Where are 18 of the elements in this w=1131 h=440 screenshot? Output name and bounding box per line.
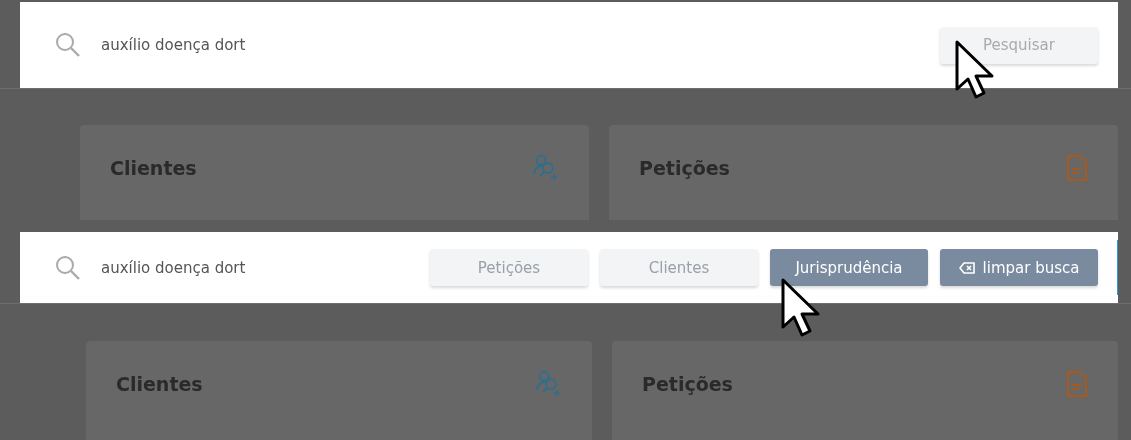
user-search-icon [536, 370, 562, 396]
search-field[interactable]: auxílio doença dort [99, 257, 403, 278]
filter-button[interactable]: Clientes [600, 249, 758, 286]
document-icon [1066, 154, 1088, 182]
search-button[interactable]: Pesquisar [940, 26, 1098, 64]
search-icon [55, 32, 81, 58]
search-icon [55, 254, 81, 281]
card-title: Petições [639, 157, 730, 179]
card-title: Clientes [116, 373, 203, 395]
filter-button[interactable]: Petições [430, 249, 588, 286]
clear-search-button[interactable]: limpar busca [940, 249, 1098, 286]
document-icon [1066, 370, 1088, 398]
filter-button[interactable]: Jurisprudência [770, 249, 928, 286]
user-search-icon [533, 154, 559, 180]
search-field[interactable]: auxílio doença dort [99, 35, 403, 55]
backspace-icon [958, 261, 975, 274]
card-title: Clientes [110, 157, 197, 179]
card-title: Petições [642, 373, 733, 395]
